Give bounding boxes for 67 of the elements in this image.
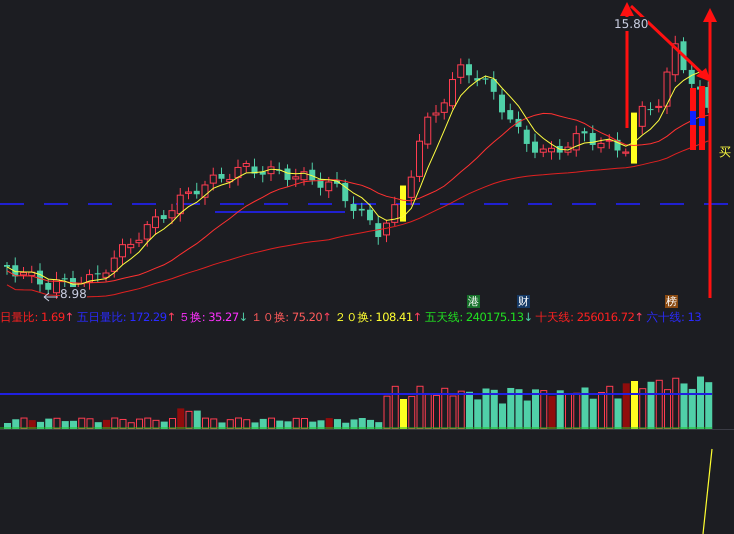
candlestick bbox=[309, 162, 316, 186]
pointer-arrow-icon bbox=[44, 292, 58, 302]
candlestick bbox=[318, 172, 324, 196]
candlestick bbox=[94, 264, 101, 282]
candlestick bbox=[45, 278, 52, 294]
candlestick bbox=[252, 158, 258, 179]
candlestick bbox=[350, 196, 356, 220]
indicator-value: 日量比: 1.69 bbox=[0, 310, 65, 324]
trend-arrow: ↓ bbox=[524, 310, 533, 324]
indicator-value: 五日量比: 172.29 bbox=[76, 310, 167, 324]
candlestick bbox=[582, 127, 588, 142]
trend-arrow: ↑ bbox=[322, 310, 332, 324]
candlestick bbox=[614, 132, 620, 158]
trend-arrow: ↑ bbox=[166, 310, 176, 324]
candlestick bbox=[466, 58, 472, 84]
candlestick bbox=[532, 133, 538, 159]
candlestick bbox=[268, 160, 274, 182]
candlestick bbox=[622, 148, 630, 157]
indicator-value: １０换: 75.20 bbox=[250, 310, 322, 324]
candlestick bbox=[367, 203, 373, 226]
candlestick bbox=[400, 186, 406, 222]
indicator-value: ５换: 35.27 bbox=[178, 310, 239, 324]
trend-arrow: ↑ bbox=[634, 310, 644, 324]
candlestick bbox=[53, 271, 60, 300]
candlestick bbox=[276, 162, 282, 175]
candlestick bbox=[12, 256, 18, 283]
candlestick bbox=[4, 262, 10, 276]
candlestick bbox=[507, 103, 514, 124]
indicator-value: 五天线: 240175.13 bbox=[424, 310, 524, 324]
candlestick bbox=[62, 273, 68, 288]
candlestick bbox=[334, 172, 340, 188]
indicator-value: 六十线: 13 bbox=[646, 310, 702, 324]
indicator-value: ２０换: 108.41 bbox=[334, 310, 413, 324]
candlestick bbox=[218, 167, 224, 184]
candlestick bbox=[37, 262, 43, 292]
candlestick bbox=[631, 112, 637, 164]
signal-bar bbox=[690, 88, 696, 150]
tag-badge: 榜 bbox=[665, 295, 678, 308]
candlestick bbox=[375, 215, 382, 246]
candlestick bbox=[474, 70, 480, 87]
indicator-value: 十天线: 256016.72 bbox=[536, 310, 634, 324]
candlestick bbox=[160, 210, 167, 224]
candlestick bbox=[499, 88, 505, 120]
trend-arrow: ↓ bbox=[238, 310, 248, 324]
candlestick bbox=[516, 111, 522, 134]
candlestick bbox=[284, 164, 290, 187]
tag-badge: 港 bbox=[467, 295, 480, 308]
candlestick bbox=[482, 74, 488, 85]
price-label: 15.80 bbox=[614, 17, 648, 31]
candlestick bbox=[490, 70, 497, 100]
candlestick bbox=[556, 138, 563, 160]
candlestick bbox=[648, 102, 654, 116]
candlestick bbox=[325, 176, 332, 198]
candlestick bbox=[260, 166, 266, 183]
tag-badge: 财 bbox=[517, 295, 530, 308]
candlestick bbox=[590, 124, 596, 151]
candlestick bbox=[342, 178, 348, 208]
signal-bar bbox=[699, 86, 705, 150]
price-label: 8.98 bbox=[60, 287, 87, 301]
candlestick bbox=[358, 202, 365, 217]
trend-arrow: ↑ bbox=[64, 310, 74, 324]
price-label: 买 bbox=[719, 145, 731, 159]
up-arrow-icon bbox=[703, 8, 717, 298]
candlestick bbox=[194, 182, 200, 200]
candlestick bbox=[524, 125, 530, 152]
trend-arrow: ↑ bbox=[412, 310, 422, 324]
candlestick bbox=[638, 100, 646, 135]
